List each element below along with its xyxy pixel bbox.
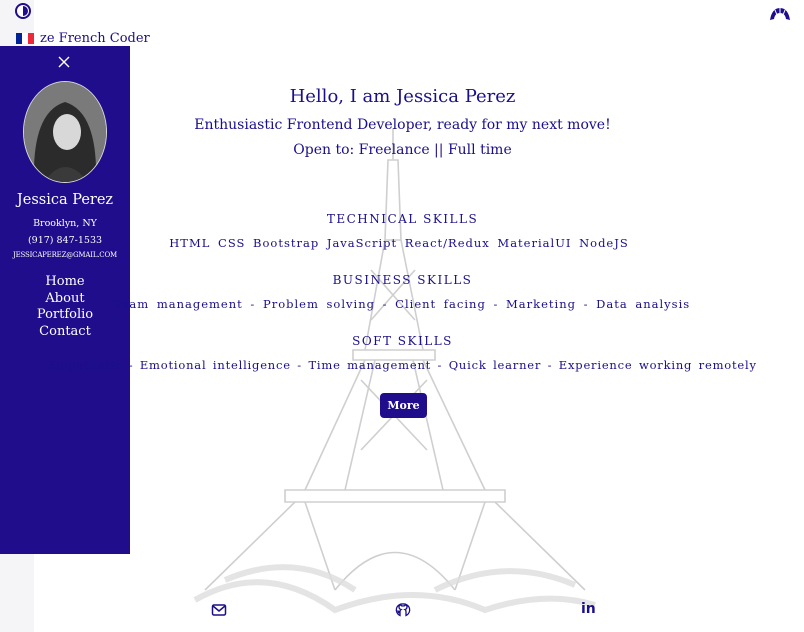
nav-home[interactable]: Home xyxy=(0,274,130,291)
technical-skills-list: HTML CSS Bootstrap JavaScript React/Redu… xyxy=(169,236,629,250)
business-skills-heading: BUSINESS SKILLS xyxy=(332,273,473,287)
brand[interactable]: ze French Coder xyxy=(16,31,150,46)
hero-open-to: Open to: Freelance || Full time xyxy=(293,142,512,158)
soft-skills-list: Empathetic - Emotional intelligence - Ti… xyxy=(47,358,757,372)
half-circle-logo-icon[interactable] xyxy=(15,3,31,19)
nav-contact[interactable]: Contact xyxy=(0,324,130,341)
technical-skills-heading: TECHNICAL SKILLS xyxy=(326,212,479,226)
github-icon[interactable] xyxy=(395,603,411,617)
croissant-icon[interactable] xyxy=(768,5,792,25)
soft-skills-heading: SOFT SKILLS xyxy=(352,334,453,348)
sidebar-email[interactable]: JESSICAPEREZ@GMAIL.COM xyxy=(0,251,130,259)
more-button[interactable]: More xyxy=(380,393,427,418)
french-flag-icon xyxy=(16,33,34,44)
hero-title: Hello, I am Jessica Perez xyxy=(289,86,516,107)
brand-name: ze French Coder xyxy=(40,31,150,46)
mail-icon[interactable] xyxy=(211,603,227,617)
sidebar-location: Brooklyn, NY xyxy=(33,218,97,229)
avatar xyxy=(23,81,107,183)
linkedin-icon[interactable]: in xyxy=(581,601,596,617)
business-skills-list: Team management - Problem solving - Clie… xyxy=(113,297,691,311)
close-icon[interactable] xyxy=(57,55,71,69)
hero-subtitle: Enthusiastic Frontend Developer, ready f… xyxy=(194,117,611,133)
sidebar-name: Jessica Perez xyxy=(16,192,114,208)
